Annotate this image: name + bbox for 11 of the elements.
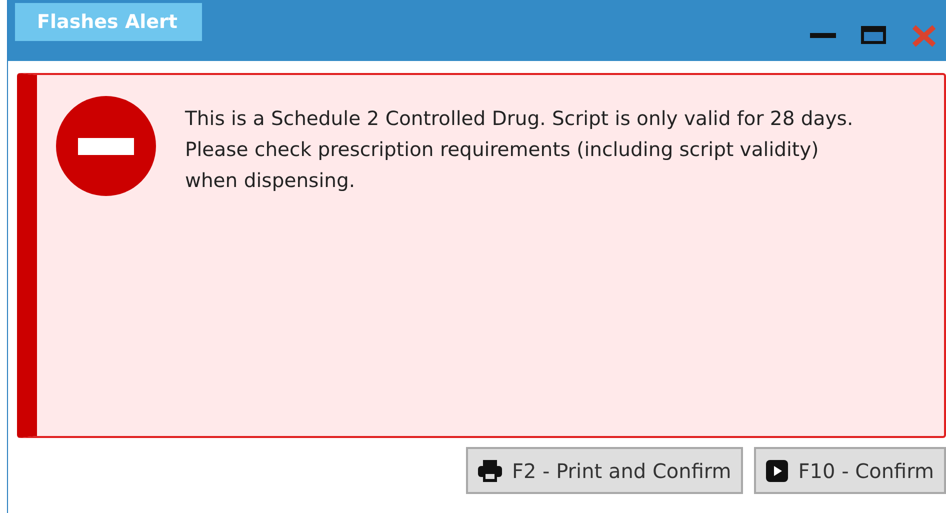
stop-icon: [55, 95, 157, 197]
action-button[interactable]: F10 - Confirm: [754, 447, 946, 494]
minimize-icon: [810, 33, 836, 38]
printer-icon: [478, 460, 502, 482]
alert-message: This is a Schedule 2 Controlled Drug. Script is only valid for 28 days. Please check prescription requirements (including script validity) when dispensing.: [185, 106, 854, 194]
action-button[interactable]: F2 - Print and Confirm: [466, 447, 744, 494]
maximize-button[interactable]: [861, 25, 887, 47]
maximize-icon: [861, 25, 887, 45]
window-title: Flashes Alert: [15, 3, 202, 41]
play-icon: [766, 460, 788, 482]
close-icon: [912, 25, 936, 47]
